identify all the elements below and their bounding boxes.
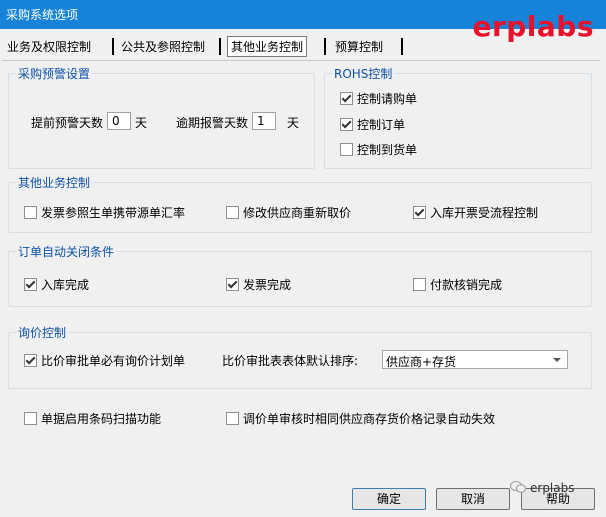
checkbox-box[interactable] — [340, 118, 353, 131]
advance-days-unit: 天 — [135, 116, 148, 130]
tab-separator — [324, 38, 326, 55]
checkbox-box[interactable] — [24, 412, 37, 425]
checkbox-label: 控制订单 — [357, 118, 406, 132]
price-auto-invalid-checkbox[interactable]: 调价单审核时相同供应商存货价格记录自动失效 — [226, 410, 495, 427]
inquiry-legend: 询价控制 — [18, 326, 67, 340]
rohs-requisition-checkbox[interactable]: 控制请购单 — [340, 90, 417, 107]
sort-order-value: 供应商+存货 — [386, 355, 457, 369]
checkbox-label: 修改供应商重新取价 — [243, 206, 352, 220]
close-invoice-checkbox[interactable]: 发票完成 — [226, 276, 291, 293]
rohs-order-checkbox[interactable]: 控制订单 — [340, 116, 405, 133]
overdue-days-unit: 天 — [287, 116, 300, 130]
barcode-scan-checkbox[interactable]: 单据启用条码扫描功能 — [24, 410, 161, 427]
other-control-legend: 其他业务控制 — [18, 176, 91, 190]
sort-order-label: 比价审批表表体默认排序: — [222, 354, 359, 368]
checkbox-box[interactable] — [226, 206, 239, 219]
checkbox-label: 控制到货单 — [357, 143, 418, 157]
tab-separator — [112, 38, 114, 55]
checkbox-label: 付款核销完成 — [430, 278, 503, 292]
checkbox-box[interactable] — [226, 278, 239, 291]
wechat-icon — [510, 481, 526, 493]
checkbox-box[interactable] — [24, 206, 37, 219]
checkbox-box[interactable] — [413, 206, 426, 219]
rohs-legend: ROHS控制 — [334, 67, 393, 81]
order-close-group: 订单自动关闭条件 — [8, 243, 592, 307]
tab-separator — [219, 38, 221, 55]
checkbox-box[interactable] — [226, 412, 239, 425]
checkbox-label: 入库开票受流程控制 — [430, 206, 539, 220]
tab-separator — [401, 38, 403, 55]
checkbox-label: 发票完成 — [243, 278, 292, 292]
checkbox-label: 入库完成 — [41, 278, 90, 292]
rohs-arrival-checkbox[interactable]: 控制到货单 — [340, 141, 417, 158]
inbound-invoice-flow-checkbox[interactable]: 入库开票受流程控制 — [413, 204, 538, 221]
close-payment-checkbox[interactable]: 付款核销完成 — [413, 276, 502, 293]
cancel-button[interactable]: 取消 — [436, 488, 510, 510]
checkbox-box[interactable] — [24, 278, 37, 291]
overdue-days-label: 逾期报警天数 — [176, 116, 249, 130]
order-close-legend: 订单自动关闭条件 — [18, 245, 115, 259]
overdue-days-input[interactable] — [252, 112, 276, 130]
tab-strip: 业务及权限控制 公共及参照控制 其他业务控制 预算控制 — [0, 34, 606, 60]
checkbox-label: 控制请购单 — [357, 92, 418, 106]
checkbox-box[interactable] — [24, 354, 37, 367]
checkbox-label: 调价单审核时相同供应商存货价格记录自动失效 — [243, 412, 496, 426]
close-inbound-checkbox[interactable]: 入库完成 — [24, 276, 89, 293]
chevron-down-icon[interactable] — [553, 358, 561, 362]
invoice-exchange-rate-checkbox[interactable]: 发票参照生单携带源单汇率 — [24, 204, 185, 221]
tab-other-business[interactable]: 其他业务控制 — [227, 36, 308, 57]
checkbox-box[interactable] — [340, 143, 353, 156]
ok-button[interactable]: 确定 — [352, 488, 426, 510]
advance-days-input[interactable] — [107, 112, 131, 130]
inquiry-plan-required-checkbox[interactable]: 比价审批单必有询价计划单 — [24, 352, 185, 369]
vendor-reprice-checkbox[interactable]: 修改供应商重新取价 — [226, 204, 351, 221]
window-title: 采购系统选项 — [6, 8, 79, 22]
checkbox-box[interactable] — [413, 278, 426, 291]
tab-business-permission[interactable]: 业务及权限控制 — [7, 38, 91, 55]
tab-budget[interactable]: 预算控制 — [335, 38, 383, 55]
tab-public-reference[interactable]: 公共及参照控制 — [121, 38, 205, 55]
sort-order-select[interactable]: 供应商+存货 — [382, 350, 568, 369]
purchase-warning-legend: 采购预警设置 — [18, 67, 91, 81]
checkbox-box[interactable] — [340, 92, 353, 105]
checkbox-label: 单据启用条码扫描功能 — [41, 412, 162, 426]
advance-days-label: 提前预警天数 — [31, 116, 104, 130]
checkbox-label: 比价审批单必有询价计划单 — [41, 354, 186, 368]
wechat-watermark-text: erplabs — [530, 481, 575, 495]
checkbox-label: 发票参照生单携带源单汇率 — [41, 206, 186, 220]
